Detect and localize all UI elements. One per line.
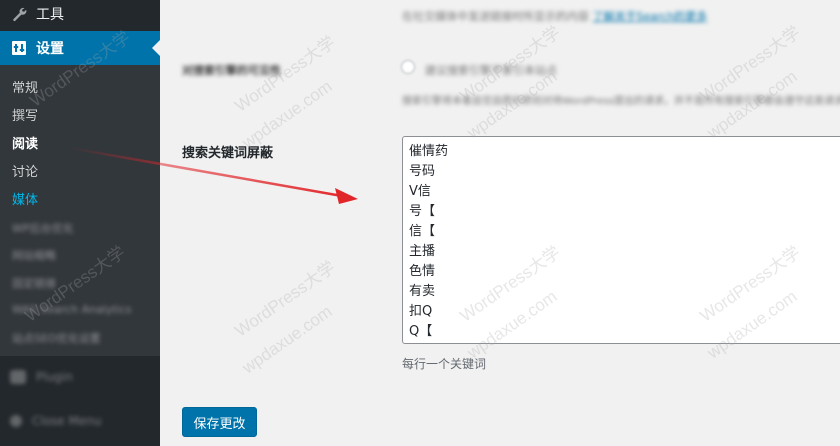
- blurred-note: 在社交媒体中发送链接时所显示的内容 了解关于Search的更多: [402, 8, 707, 24]
- submenu-general[interactable]: 常规: [12, 77, 38, 96]
- submenu-wp-optimize[interactable]: WP后台优化: [12, 220, 74, 236]
- blurred-help-text: 搜索引擎将本着自觉自愿的原则对待WordPress提出的请求。并不是所有搜索引擎…: [402, 96, 840, 107]
- submenu-permalinks[interactable]: 固定链接: [12, 275, 56, 291]
- current-menu-pointer: [152, 40, 160, 56]
- plugin-icon: [10, 370, 26, 384]
- submenu-writing[interactable]: 撰写: [12, 105, 38, 124]
- menu-collapse[interactable]: Close Menu: [10, 414, 101, 428]
- keyword-block-textarea[interactable]: 催情药 号码 V信 号【 信【 主播 色情 有卖 扣Q Q【: [402, 136, 840, 344]
- keyword-block-description: 每行一个关键词: [402, 357, 487, 371]
- submenu-seo-settings[interactable]: 站点SEO优化设置: [12, 330, 101, 346]
- search-visibility-checkbox[interactable]: [401, 60, 415, 74]
- collapse-icon: [10, 415, 22, 427]
- admin-sidebar: 工具 设置 常规 撰写 阅读 讨论 媒体 WP后台优化 网站缩略 固定链接 WA…: [0, 0, 160, 446]
- menu-tools-label: 工具: [36, 7, 64, 23]
- blurred-note-text: 在社交媒体中发送链接时所显示的内容: [402, 10, 589, 23]
- blurred-link[interactable]: 了解关于Search的更多: [593, 10, 708, 23]
- submenu-discussion[interactable]: 讨论: [12, 161, 38, 180]
- menu-settings[interactable]: 设置: [0, 31, 160, 65]
- wrench-icon: [10, 5, 28, 23]
- submenu-reading[interactable]: 阅读: [12, 133, 38, 152]
- menu-tools[interactable]: 工具: [0, 0, 160, 31]
- blurred-checkbox-label: 建议搜索引擎不索引本站点: [425, 64, 557, 77]
- menu-settings-label: 设置: [36, 41, 64, 57]
- menu-plugin-label: Plugin: [36, 370, 73, 384]
- submenu-search-analytics[interactable]: WAS Search Analytics: [12, 303, 132, 316]
- submenu-thumbnails[interactable]: 网站缩略: [12, 247, 56, 263]
- main-content: 在社交媒体中发送链接时所显示的内容 了解关于Search的更多 对搜索引擎的可见…: [160, 0, 840, 446]
- menu-collapse-label: Close Menu: [32, 414, 102, 428]
- menu-plugin[interactable]: Plugin: [10, 370, 73, 384]
- save-changes-button[interactable]: 保存更改: [182, 407, 257, 437]
- blurred-option-label: 对搜索引擎的可见性: [182, 64, 281, 77]
- settings-icon: [10, 39, 28, 57]
- settings-submenu: 常规 撰写 阅读 讨论 媒体 WP后台优化 网站缩略 固定链接 WAS Sear…: [0, 65, 160, 356]
- keyword-block-label: 搜索关键词屏蔽: [182, 146, 274, 161]
- submenu-media[interactable]: 媒体: [12, 189, 38, 208]
